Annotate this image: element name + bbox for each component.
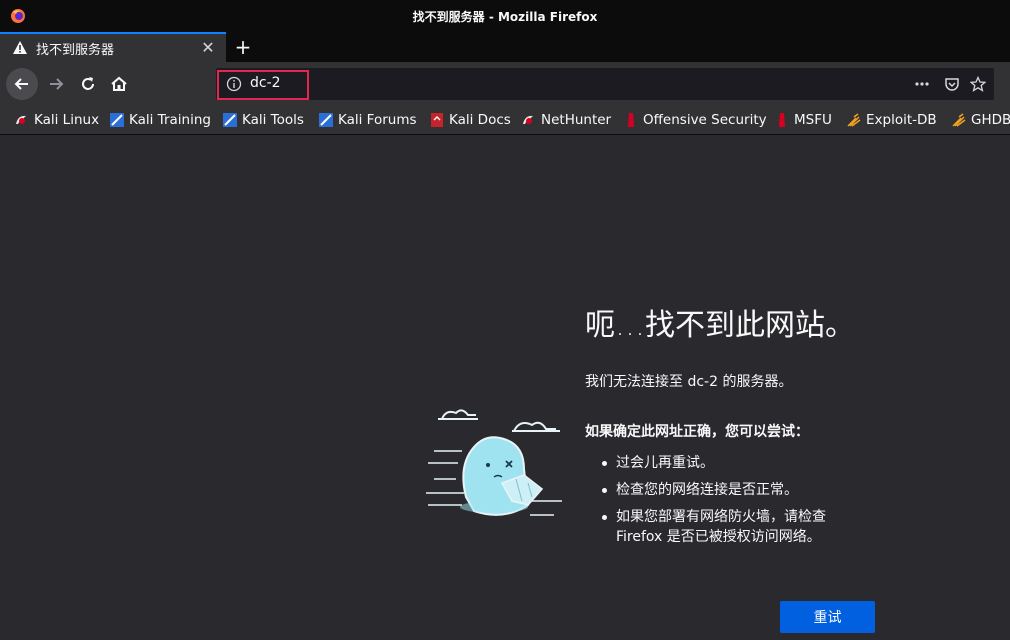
kali-training-icon — [110, 113, 124, 127]
info-icon[interactable] — [226, 76, 242, 92]
firefox-icon — [11, 9, 25, 23]
home-button[interactable] — [103, 68, 135, 100]
kali-docs-icon — [431, 113, 443, 127]
tab-active[interactable]: 找不到服务器 ✕ — [0, 32, 226, 62]
window-title: 找不到服务器 - Mozilla Firefox — [412, 9, 598, 24]
try-heading: 如果确定此网址正确，您可以尝试： — [585, 424, 809, 440]
bookmarks-toolbar: Kali Linux Kali Training Kali Tools Kali… — [0, 106, 1010, 135]
more-actions-icon[interactable] — [914, 76, 930, 92]
msfu-icon — [779, 113, 785, 127]
bookmark-kali-training[interactable]: Kali Training — [109, 106, 211, 134]
suggestion-item: 如果您部署有网络防火墙，请检查 Firefox 是否已被授权访问网络。 — [600, 507, 860, 547]
suggestion-item: 检查您的网络连接是否正常。 — [600, 480, 860, 500]
offsec-icon — [628, 113, 634, 127]
exploit-db-icon — [847, 113, 861, 127]
reload-icon — [82, 77, 94, 90]
forward-button[interactable] — [40, 68, 72, 100]
kali-tools-icon — [223, 113, 237, 127]
tab-label: 找不到服务器 — [36, 42, 115, 58]
suggestion-list: 过会儿再重试。 检查您的网络连接是否正常。 如果您部署有网络防火墙，请检查 Fi… — [600, 453, 860, 554]
error-title: 呃…找不到此网站。 — [585, 308, 855, 343]
home-icon — [111, 76, 127, 91]
bookmark-kali-forums[interactable]: Kali Forums — [318, 106, 417, 134]
url-bar[interactable]: dc-2 — [216, 68, 994, 100]
warning-icon — [13, 41, 27, 54]
nethunter-icon — [523, 115, 533, 124]
bookmark-ghdb[interactable]: GHDB — [951, 106, 1010, 134]
lost-monster-illustration — [426, 409, 562, 516]
reload-button[interactable] — [72, 68, 104, 100]
tab-strip: 找不到服务器 ✕ + — [0, 32, 1010, 62]
suggestion-item: 过会儿再重试。 — [600, 453, 860, 473]
title-bar: 找不到服务器 - Mozilla Firefox — [0, 0, 1010, 32]
close-tab-icon[interactable]: ✕ — [200, 40, 216, 56]
ghdb-icon — [952, 113, 966, 127]
bookmark-exploit-db[interactable]: Exploit-DB — [846, 106, 937, 134]
retry-button[interactable]: 重试 — [780, 601, 875, 633]
kali-dragon-icon — [16, 115, 26, 124]
back-button[interactable] — [6, 68, 38, 100]
bookmark-nethunter[interactable]: NetHunter — [521, 106, 611, 134]
bookmark-kali-docs[interactable]: Kali Docs — [429, 106, 511, 134]
kali-forums-icon — [319, 113, 333, 127]
page-content: 呃…找不到此网站。 我们无法连接至 dc-2 的服务器。 如果确定此网址正确，您… — [0, 135, 1010, 640]
nav-bar: dc-2 — [0, 62, 1010, 106]
error-description: 我们无法连接至 dc-2 的服务器。 — [585, 374, 793, 390]
bookmark-offensive-security[interactable]: Offensive Security — [623, 106, 767, 134]
new-tab-button[interactable]: + — [232, 36, 254, 58]
bookmark-kali-tools[interactable]: Kali Tools — [222, 106, 304, 134]
bookmark-msfu[interactable]: MSFU — [774, 106, 832, 134]
url-input[interactable]: dc-2 — [250, 75, 281, 91]
bookmark-star-icon[interactable] — [970, 76, 986, 92]
pocket-icon[interactable] — [944, 76, 960, 92]
arrow-right-icon — [50, 78, 64, 90]
bookmark-kali-linux[interactable]: Kali Linux — [14, 106, 99, 134]
arrow-left-icon — [14, 78, 28, 90]
